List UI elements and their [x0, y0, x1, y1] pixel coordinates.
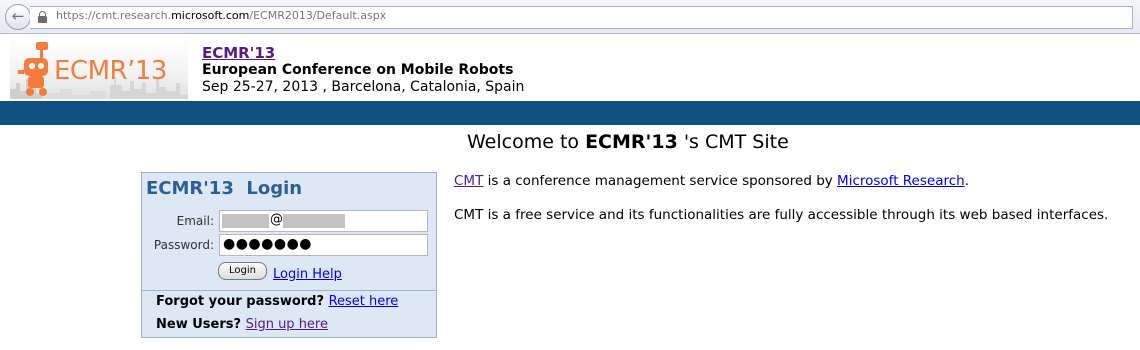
login-title: ECMR'13 Login [146, 178, 303, 199]
arrow-left-icon[interactable]: ← [5, 4, 31, 30]
conference-full-name: European Conference on Mobile Robots [202, 62, 514, 78]
login-divider [142, 290, 436, 291]
login-help-link[interactable]: Login Help [273, 267, 342, 282]
header-band [0, 101, 1140, 125]
password-value: ●●●●●●● [223, 236, 313, 252]
email-label: Email: [176, 214, 214, 228]
conference-date-location: Sep 25-27, 2013 , Barcelona, Catalonia, … [202, 79, 525, 95]
redacted-domain [283, 214, 345, 228]
cmt-free-service-text: CMT is a free service and its functional… [454, 207, 1109, 223]
page-title: Welcome to ECMR'13 's CMT Site [467, 131, 789, 153]
cmt-description: CMT is a conference management service s… [454, 173, 969, 189]
sign-up-link[interactable]: Sign up here [246, 317, 328, 332]
password-label: Password: [153, 238, 214, 252]
forgot-password-row: Forgot your password? Reset here [156, 294, 398, 309]
logo-wordmark: ECMR’13 [54, 56, 167, 86]
url-field[interactable]: https://cmt.research.microsoft.com/ECMR2… [30, 6, 1133, 29]
conference-logo: ECMR’13 [10, 38, 188, 99]
url-text: https://cmt.research.microsoft.com/ECMR2… [56, 9, 387, 22]
new-users-row: New Users? Sign up here [156, 317, 328, 332]
redacted-username [222, 214, 269, 228]
reset-password-link[interactable]: Reset here [329, 294, 399, 309]
browser-address-bar: ← https://cmt.research.microsoft.com/ECM… [0, 0, 1140, 34]
cmt-link[interactable]: CMT [454, 173, 483, 189]
lock-icon [38, 11, 47, 23]
email-at-sign: @ [270, 212, 283, 227]
login-panel: ECMR'13 Login Email: @ Password: ●●●●●●●… [141, 172, 437, 338]
conference-short-name-link[interactable]: ECMR'13 [202, 44, 275, 62]
login-button[interactable]: Login [218, 262, 267, 280]
email-field[interactable]: @ [219, 210, 428, 232]
forgot-password-text: Forgot your password? [156, 294, 325, 309]
robot-mascot-icon [18, 42, 48, 96]
password-field[interactable]: ●●●●●●● [219, 234, 428, 256]
new-users-text: New Users? [156, 317, 242, 332]
microsoft-research-link[interactable]: Microsoft Research [837, 173, 965, 189]
